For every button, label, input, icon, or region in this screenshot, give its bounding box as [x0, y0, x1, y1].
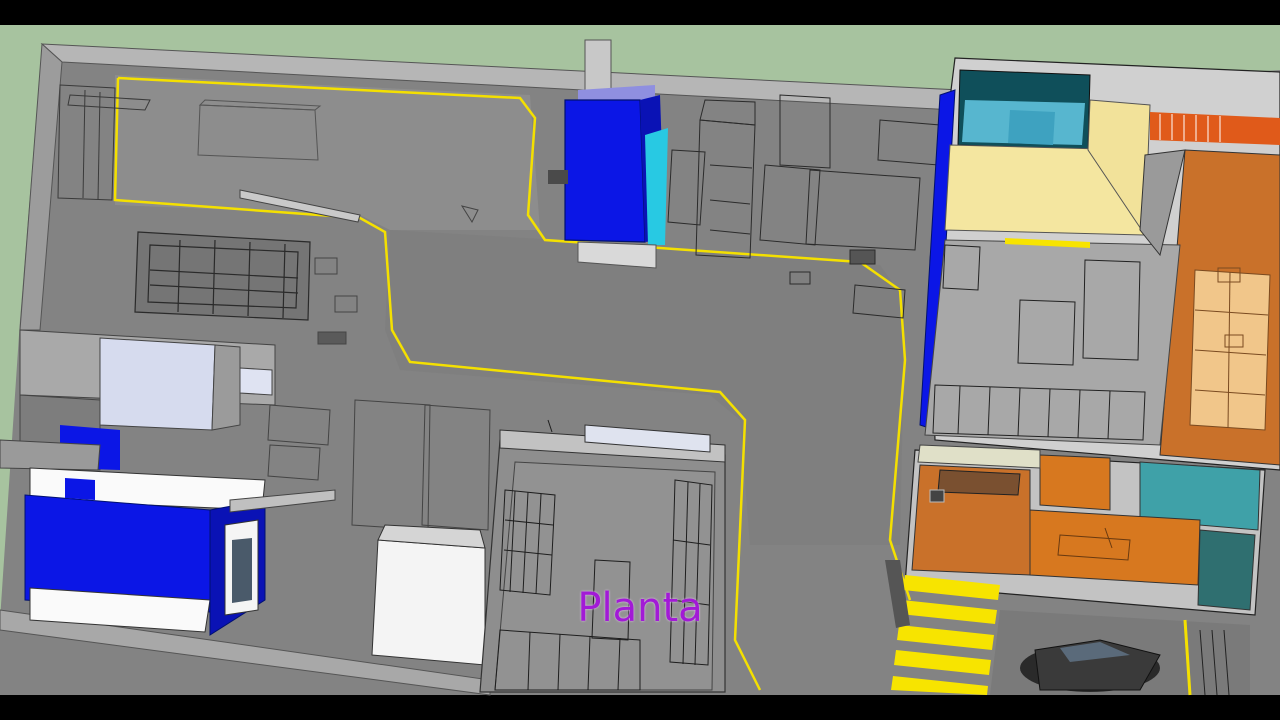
monitor-icon: [929, 489, 945, 503]
factory-plan-3d-view: [0, 0, 1280, 720]
floor-region-north: [115, 75, 540, 230]
central-room: [479, 424, 726, 693]
office-block-east: [919, 57, 1280, 471]
wireframe-pallet-machine: [134, 231, 311, 321]
video-frame: Planta: [0, 0, 1280, 720]
white-block: [371, 524, 486, 666]
